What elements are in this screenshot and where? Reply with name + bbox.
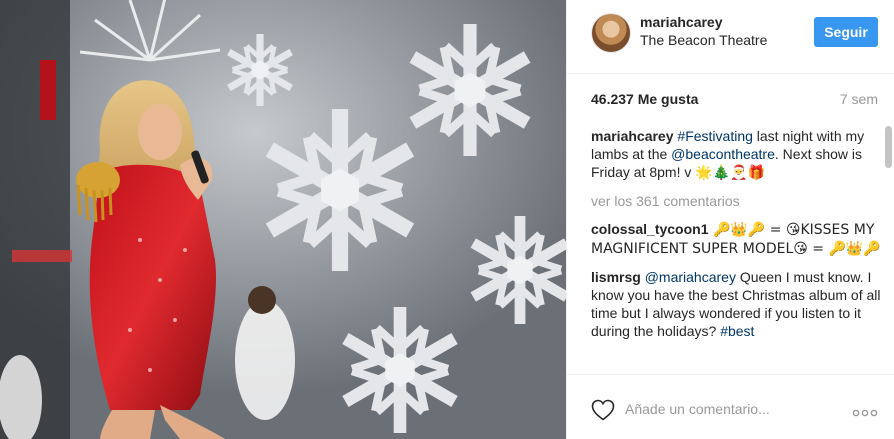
ellipsis-icon[interactable] (852, 404, 878, 420)
stats-row: 46.237 Me gusta 7 sem (567, 74, 894, 124)
post-header: mariahcarey The Beacon Theatre Seguir (567, 0, 894, 74)
post-timestamp[interactable]: 7 sem (840, 91, 878, 107)
concert-photo-illustration (0, 0, 566, 439)
follow-button[interactable]: Seguir (814, 17, 878, 47)
caption: mariahcarey #Festivating last night with… (591, 127, 881, 182)
post-side-panel: mariahcarey The Beacon Theatre Seguir 46… (566, 0, 894, 439)
post-photo[interactable] (0, 0, 566, 439)
add-comment-input[interactable] (625, 399, 845, 419)
comment-item: lismrsg @mariahcarey Queen I must know. … (591, 268, 881, 340)
likes-count[interactable]: 46.237 Me gusta (591, 91, 698, 107)
heart-outline-icon[interactable] (591, 399, 615, 424)
comment-mention[interactable]: @mariahcarey (645, 269, 736, 285)
user-avatar[interactable] (591, 13, 631, 53)
header-username[interactable]: mariahcarey (640, 14, 723, 30)
post-footer (567, 374, 894, 439)
comment-username[interactable]: colossal_tycoon1 (591, 221, 709, 237)
caption-username[interactable]: mariahcarey (591, 128, 674, 144)
comment-item: colossal_tycoon1 🔑👑🔑 = 😘KISSES MY MAGNIF… (591, 220, 881, 258)
location-link[interactable]: The Beacon Theatre (640, 32, 767, 48)
comments-list: mariahcarey #Festivating last night with… (591, 127, 881, 374)
comments-scrollbar[interactable] (885, 126, 892, 168)
caption-hashtag[interactable]: #Festivating (677, 128, 752, 144)
caption-emojis: 🌟🎄🎅🎁 (695, 165, 765, 181)
caption-mention[interactable]: @beacontheatre (671, 146, 775, 162)
comment-username[interactable]: lismrsg (591, 269, 641, 285)
instagram-post: mariahcarey The Beacon Theatre Seguir 46… (0, 0, 894, 439)
comment-hashtag[interactable]: #best (720, 323, 754, 339)
view-all-comments-link[interactable]: ver los 361 comentarios (591, 192, 881, 210)
